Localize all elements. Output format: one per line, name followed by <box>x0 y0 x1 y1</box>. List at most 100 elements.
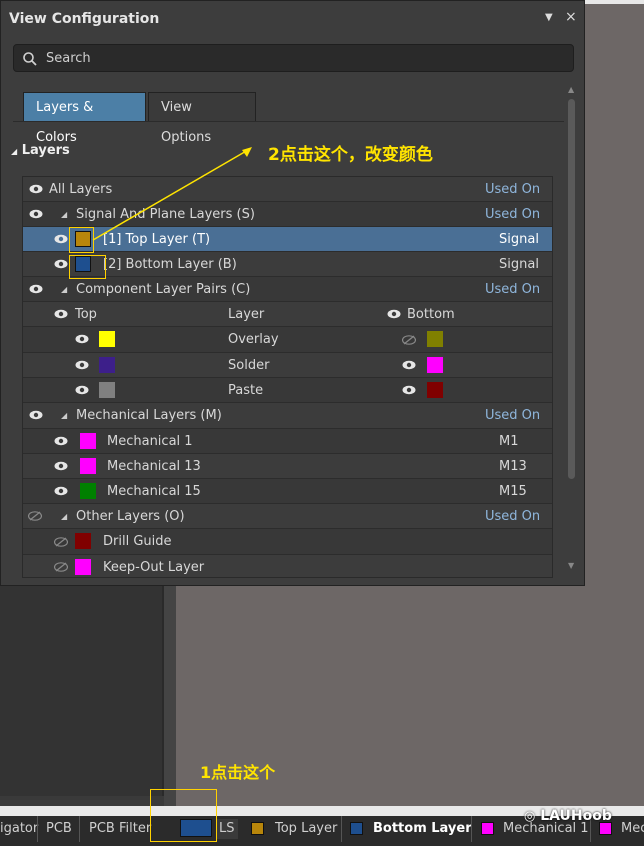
layer-tab-top[interactable]: Top Layer <box>275 816 337 842</box>
bottom-color-swatch[interactable] <box>427 357 443 373</box>
row-component-group[interactable]: ◢ Component Layer Pairs (C) Used On <box>23 277 552 302</box>
eye-icon[interactable] <box>54 486 68 496</box>
used-on-label[interactable]: Used On <box>485 403 540 429</box>
row-mechanical-1[interactable]: Mechanical 1 M1 <box>23 429 552 454</box>
pair-layer-label: Overlay <box>228 332 279 347</box>
expand-icon[interactable]: ◢ <box>61 277 67 302</box>
eye-icon[interactable] <box>29 184 43 194</box>
pair-layer-label: Paste <box>228 383 264 398</box>
row-all-layers[interactable]: All Layers Used On <box>23 177 552 202</box>
eye-icon[interactable] <box>75 360 89 370</box>
used-on-label[interactable]: Used On <box>485 277 540 302</box>
panel-menu-icon[interactable]: ▼ <box>545 12 553 23</box>
row-keep-out-layer[interactable]: Keep-Out Layer <box>23 555 552 577</box>
used-on-label[interactable]: Used On <box>485 504 540 529</box>
top-color-swatch[interactable] <box>99 382 115 398</box>
left-dock-strip <box>164 586 176 806</box>
pair-layer-label: Solder <box>228 358 270 373</box>
search-input[interactable]: Search <box>13 44 574 72</box>
search-placeholder: Search <box>46 51 91 66</box>
panel-title-bar: View Configuration ▼ × <box>1 1 584 36</box>
annotation-step-1: 1点击这个 <box>200 763 276 782</box>
row-mechanical-group[interactable]: ◢ Mechanical Layers (M) Used On <box>23 403 552 429</box>
ls-button[interactable]: LS <box>216 819 238 839</box>
tab-separator <box>471 816 472 842</box>
bottom-color-swatch[interactable] <box>427 331 443 347</box>
layer-tab-bottom[interactable]: Bottom Layer <box>373 816 472 842</box>
expand-icon[interactable]: ◢ <box>61 202 67 227</box>
row-pair-solder[interactable]: Solder <box>23 353 552 378</box>
collapse-icon: ◢ <box>11 147 18 156</box>
scrollbar-thumb[interactable] <box>568 99 575 479</box>
row-other-group[interactable]: ◢ Other Layers (O) Used On <box>23 504 552 529</box>
eye-icon[interactable] <box>54 461 68 471</box>
eye-icon[interactable] <box>75 334 89 344</box>
layer-type-label: Signal <box>499 257 539 272</box>
row-signal-group[interactable]: ◢ Signal And Plane Layers (S) Used On <box>23 202 552 227</box>
tab-divider <box>13 121 564 122</box>
tab-pcb-filter[interactable]: PCB Filter <box>89 816 151 842</box>
used-on-label[interactable]: Used On <box>485 202 540 227</box>
eye-icon[interactable] <box>54 234 68 244</box>
eye-icon[interactable] <box>29 410 43 420</box>
eye-hidden-icon[interactable] <box>54 537 68 547</box>
eye-icon[interactable] <box>29 209 43 219</box>
expand-icon[interactable]: ◢ <box>61 403 67 429</box>
row-pair-overlay[interactable]: Overlay <box>23 327 552 353</box>
layers-list: All Layers Used On ◢ Signal And Plane La… <box>22 176 553 578</box>
view-configuration-panel: View Configuration ▼ × Search Layers & C… <box>0 0 585 586</box>
row-pair-paste[interactable]: Paste <box>23 378 552 403</box>
eye-icon[interactable] <box>402 360 416 370</box>
expand-icon[interactable]: ◢ <box>61 504 67 529</box>
header-layer: Layer <box>228 307 265 322</box>
vertical-scrollbar[interactable]: ▲ ▼ <box>566 85 578 575</box>
eye-hidden-icon[interactable] <box>28 511 42 521</box>
eye-icon[interactable] <box>402 385 416 395</box>
color-swatch[interactable] <box>80 483 96 499</box>
color-swatch[interactable] <box>80 433 96 449</box>
header-bottom: Bottom <box>407 307 455 322</box>
wechat-icon: ◎ <box>524 809 536 824</box>
left-dock-inner <box>0 586 164 796</box>
top-color-swatch[interactable] <box>99 357 115 373</box>
scroll-up-icon[interactable]: ▲ <box>568 85 574 94</box>
row-mechanical-15[interactable]: Mechanical 15 M15 <box>23 479 552 504</box>
row-label: [1] Top Layer (T) <box>103 232 211 247</box>
row-mechanical-13[interactable]: Mechanical 13 M13 <box>23 454 552 479</box>
row-label: Keep-Out Layer <box>103 560 205 575</box>
color-swatch[interactable] <box>75 533 91 549</box>
scroll-down-icon[interactable]: ▼ <box>568 561 574 570</box>
eye-icon[interactable] <box>387 309 401 319</box>
color-swatch[interactable] <box>75 559 91 575</box>
tab-pcb[interactable]: PCB <box>46 816 72 842</box>
top-color-swatch[interactable] <box>99 331 115 347</box>
layer-code-label: M1 <box>499 434 519 449</box>
color-swatch[interactable] <box>80 458 96 474</box>
eye-hidden-icon[interactable] <box>402 335 416 345</box>
tab-separator <box>37 816 38 842</box>
tab-navigator[interactable]: igator <box>0 816 38 842</box>
layer-tab-color <box>251 822 264 835</box>
row-label: Other Layers (O) <box>76 509 185 524</box>
bottom-color-swatch[interactable] <box>427 382 443 398</box>
row-label: Mechanical 1 <box>107 434 193 449</box>
eye-hidden-icon[interactable] <box>54 562 68 572</box>
layer-tab-color <box>481 822 494 835</box>
layer-code-label: M13 <box>499 459 527 474</box>
layer-tab-mec[interactable]: Mec <box>621 816 644 842</box>
eye-icon[interactable] <box>54 309 68 319</box>
tab-layers-colors[interactable]: Layers & Colors <box>23 92 146 145</box>
tab-view-options[interactable]: View Options <box>148 92 256 145</box>
close-icon[interactable]: × <box>565 9 577 25</box>
used-on-label[interactable]: Used On <box>485 177 540 202</box>
layers-section-header[interactable]: ◢ Layers <box>11 143 70 158</box>
highlight-box-swatch-2 <box>69 255 106 279</box>
annotation-step-2: 2点击这个，改变颜色 <box>268 145 433 165</box>
eye-icon[interactable] <box>29 284 43 294</box>
row-label: All Layers <box>49 182 113 197</box>
eye-icon[interactable] <box>54 259 68 269</box>
eye-icon[interactable] <box>75 385 89 395</box>
eye-icon[interactable] <box>54 436 68 446</box>
row-drill-guide[interactable]: Drill Guide <box>23 529 552 555</box>
row-top-layer[interactable]: [1] Top Layer (T) Signal <box>23 227 552 252</box>
